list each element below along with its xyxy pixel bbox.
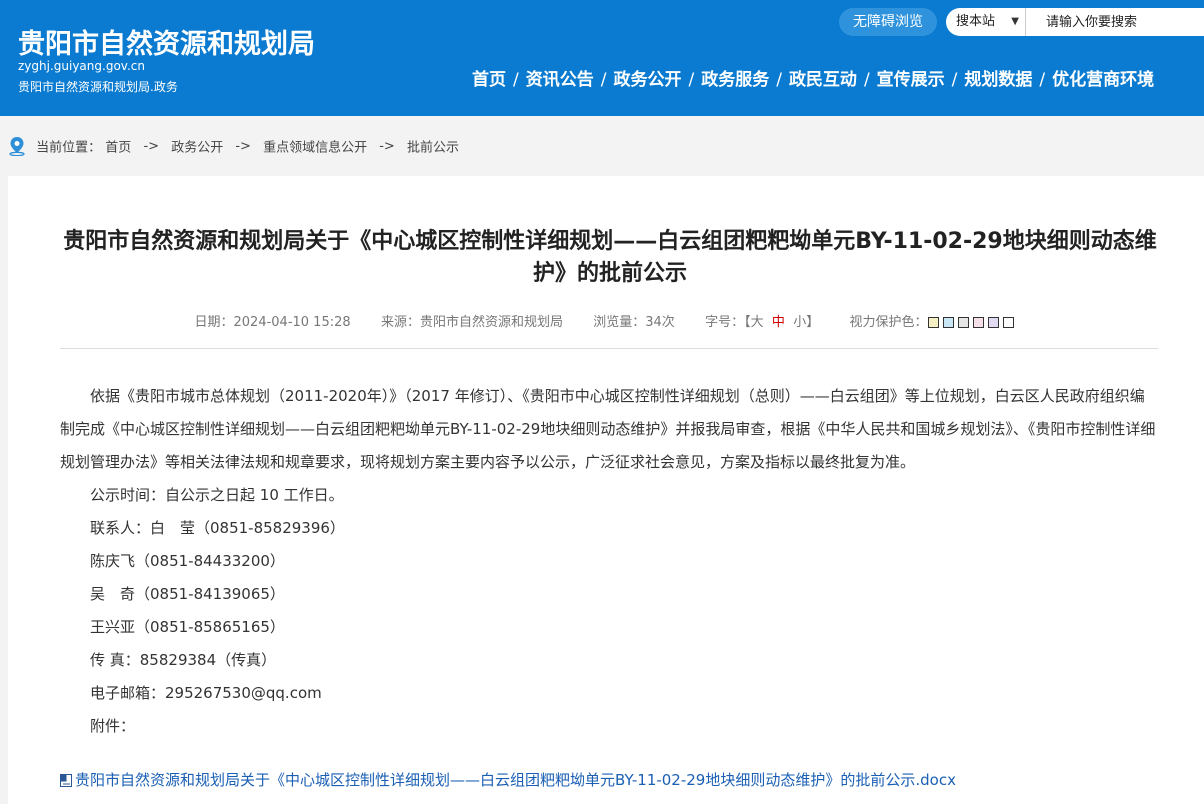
date-label: 日期： (194, 315, 234, 330)
nav-separator: / (1039, 70, 1046, 90)
eye-protect-swatch[interactable] (987, 317, 999, 328)
eye-protect-swatch[interactable] (1002, 317, 1014, 328)
main-nav: 首页 / 资讯公告 / 政务公开 / 政务服务 / 政民互动 / 宣传展示 / 规划数据 / 优化营商环境 (472, 65, 1154, 90)
nav-separator: / (951, 70, 958, 90)
breadcrumb: 当前位置： 首页 -> 政务公开 -> 重点领域信息公开 -> 批前公示 (8, 136, 459, 156)
site-header: 贵阳市自然资源和规划局 zyghj.guiyang.gov.cn 贵阳市自然资源… (0, 0, 1204, 116)
nav-separator: / (513, 70, 519, 90)
fax-line: 传 真：85829384（传真） (90, 651, 277, 669)
breadcrumb-item-key-areas[interactable]: 重点领域信息公开 (263, 141, 367, 156)
notice-period: 公示时间：自公示之日起 10 工作日。 (90, 486, 344, 504)
contact-line: 陈庆飞（0851-84433200） (90, 552, 285, 570)
date-value: 2024-04-10 15:28 (233, 315, 351, 330)
source-label: 来源： (380, 315, 420, 330)
nav-separator: / (863, 70, 870, 90)
breadcrumb-item-home[interactable]: 首页 (105, 141, 131, 156)
word-doc-icon (60, 774, 72, 787)
font-size-medium[interactable]: 中 (772, 315, 785, 330)
nav-item-news[interactable]: 资讯公告 (526, 65, 594, 90)
nav-item-business-env[interactable]: 优化营商环境 (1052, 65, 1154, 90)
article-meta: 日期：2024-04-10 15:28 来源：贵阳市自然资源和规划局 浏览量：3… (8, 311, 1204, 330)
nav-separator: / (776, 70, 782, 90)
contact-line: 联系人：白 莹（0851-85829396） (90, 519, 345, 537)
eye-protect-label: 视力保护色： (849, 315, 928, 330)
article-panel: 贵阳市自然资源和规划局关于《中心城区控制性详细规划——白云组团粑粑坳单元BY-1… (8, 176, 1204, 804)
breadcrumb-separator: -> (143, 138, 160, 154)
eye-protect-swatch[interactable] (972, 317, 984, 328)
email-line: 电子邮箱：295267530@qq.com (90, 684, 322, 702)
font-size-label: 字号： (705, 315, 745, 330)
search-scope-select[interactable]: 搜本站 ▼ (946, 8, 1026, 36)
breadcrumb-item-current[interactable]: 批前公示 (407, 141, 459, 156)
site-name[interactable]: 贵阳市自然资源和规划局 (18, 22, 315, 61)
nav-item-gov-affairs[interactable]: 政务公开 (613, 65, 681, 90)
body-paragraph: 依据《贵阳市城市总体规划（2011-2020年）》（2017 年修订）、《贵阳市… (60, 387, 1156, 471)
article-title: 贵阳市自然资源和规划局关于《中心城区控制性详细规划——白云组团粑粑坳单元BY-1… (63, 229, 1157, 286)
font-size-small[interactable]: 小 (793, 315, 806, 330)
contact-line: 吴 奇（0851-84139065） (90, 585, 285, 603)
accessibility-button[interactable]: 无障碍浏览 (839, 8, 937, 36)
site-domain: zyghj.guiyang.gov.cn (18, 59, 145, 73)
attachment-label: 附件： (90, 717, 136, 735)
views-value: 34次 (645, 315, 675, 330)
breadcrumb-prefix: 当前位置： (36, 140, 102, 156)
font-size-large[interactable]: 大 (751, 315, 764, 330)
breadcrumb-separator: -> (379, 138, 395, 154)
nav-separator: / (688, 70, 695, 90)
nav-item-home[interactable]: 首页 (472, 65, 506, 90)
eye-protect-swatch[interactable] (942, 317, 954, 328)
nav-item-publicity[interactable]: 宣传展示 (877, 65, 945, 90)
breadcrumb-item-gov-affairs[interactable]: 政务公开 (171, 141, 223, 156)
eye-protect-swatch[interactable] (957, 317, 969, 328)
contact-line: 王兴亚（0851-85865165） (90, 618, 285, 636)
nav-item-planning-data[interactable]: 规划数据 (964, 65, 1032, 90)
source-value: 贵阳市自然资源和规划局 (419, 315, 563, 330)
views-label: 浏览量： (593, 315, 646, 330)
article-body: 依据《贵阳市城市总体规划（2011-2020年）》（2017 年修订）、《贵阳市… (60, 380, 1158, 743)
attachment-link[interactable]: 贵阳市自然资源和规划局关于《中心城区控制性详细规划——白云组团粑粑坳单元BY-1… (60, 769, 956, 790)
site-gov-suffix: 贵阳市自然资源和规划局.政务 (18, 80, 178, 94)
breadcrumb-separator: -> (235, 138, 251, 154)
eye-protect-swatches (927, 315, 1018, 330)
nav-separator: / (600, 70, 607, 90)
nav-item-gov-services[interactable]: 政务服务 (701, 65, 769, 90)
search-box: 搜本站 ▼ (946, 8, 1204, 36)
search-scope-label: 搜本站 (956, 14, 996, 29)
divider (60, 348, 1158, 349)
search-input[interactable] (1026, 8, 1204, 36)
nav-item-interaction[interactable]: 政民互动 (789, 65, 857, 90)
attachment-filename[interactable]: 贵阳市自然资源和规划局关于《中心城区控制性详细规划——白云组团粑粑坳单元BY-1… (75, 771, 956, 789)
font-size-bracket-close: 】 (806, 315, 820, 330)
location-pin-icon (9, 137, 25, 156)
chevron-down-icon: ▼ (1011, 16, 1019, 27)
eye-protect-swatch[interactable] (927, 317, 939, 328)
